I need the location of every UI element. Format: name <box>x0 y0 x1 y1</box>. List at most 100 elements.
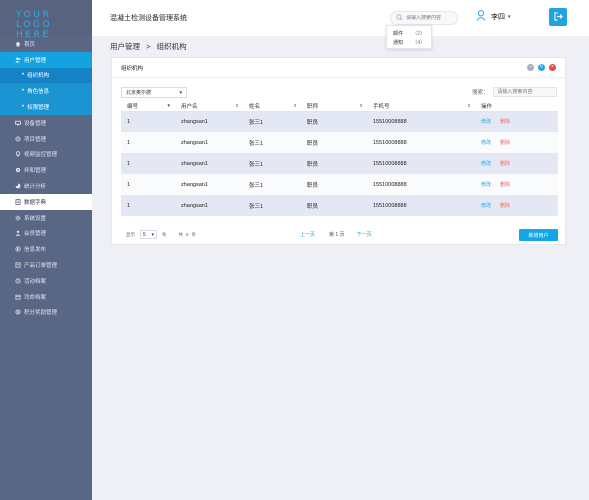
sidebar-item-activity[interactable]: 活动档案 <box>0 273 92 289</box>
sidebar-item-label: 组织机构 <box>27 73 50 80</box>
sidebar-item-dictionary[interactable]: 数据字典 <box>0 193 92 210</box>
edit-link[interactable]: 修改 <box>481 182 491 188</box>
sidebar-item-rewards[interactable]: 积分奖励管理 <box>0 305 92 321</box>
column-header-id[interactable]: 编号 ▼ <box>121 101 175 112</box>
logo-line1: YOUR <box>16 10 52 20</box>
sort-desc-icon: ▼ <box>166 103 171 108</box>
table-row: 1 zhangsan1 张三1 职员 15510008888 修改 删除 <box>121 153 558 174</box>
sidebar-item-orders[interactable]: 产品订单管理 <box>0 257 92 273</box>
header-search[interactable] <box>390 11 460 25</box>
cell-title: 职员 <box>301 111 367 132</box>
dropdown-item-count: （2） <box>412 31 425 37</box>
dictionary-icon <box>15 199 21 205</box>
sidebar-item-label: 系统设置 <box>24 215 47 222</box>
table-search: 搜索： <box>472 87 557 97</box>
system-title: 混凝土检测设备管理系统 <box>110 15 187 22</box>
logo: YOUR LOGO HERE <box>0 0 92 40</box>
cell-username: zhangsan1 <box>175 111 243 132</box>
sidebar-item-label: 首页 <box>24 41 36 48</box>
cell-name: 张三1 <box>243 195 301 216</box>
breadcrumb: 用户管理 > 组织机构 <box>110 41 191 52</box>
sidebar-item-video[interactable]: 视频监控管理 <box>0 147 92 163</box>
column-header-label: 姓名 <box>249 103 261 110</box>
table-search-label: 搜索： <box>472 90 489 96</box>
page-size-select[interactable]: 5 ▾ <box>140 230 157 239</box>
bullet-icon: • <box>22 72 25 79</box>
column-header-label: 用户名 <box>181 103 198 110</box>
cell-phone: 15510008888 <box>367 195 475 216</box>
org-select[interactable]: 北京奥尔德 ▾ <box>121 87 187 98</box>
cell-actions: 修改 删除 <box>475 153 558 174</box>
prev-page-link[interactable]: 上一页 <box>300 231 315 238</box>
total-prefix: 共 <box>178 231 184 237</box>
sidebar-item-label: 会员管理 <box>24 231 47 238</box>
breadcrumb-current: 组织机构 <box>156 42 187 51</box>
sidebar-item-org[interactable]: • 组织机构 <box>0 67 92 84</box>
column-header-label: 手机号 <box>373 103 390 110</box>
sort-icon: ⇕ <box>467 103 471 108</box>
logout-button[interactable] <box>549 8 567 26</box>
sidebar-item-user-management[interactable]: 用户管理 <box>0 51 92 68</box>
logout-icon <box>553 11 563 23</box>
sidebar-item-projects[interactable]: 项目管理 <box>0 131 92 147</box>
member-icon <box>15 230 21 237</box>
chevron-down-icon: ▾ <box>508 13 511 20</box>
sidebar-item-publish[interactable]: 信息发布 <box>0 241 92 257</box>
edit-link[interactable]: 修改 <box>481 161 491 167</box>
delete-link[interactable]: 删除 <box>500 182 510 188</box>
refresh-icon[interactable]: ↻ <box>538 64 545 71</box>
sidebar-item-members[interactable]: 会员管理 <box>0 226 92 242</box>
delete-link[interactable]: 删除 <box>500 140 510 146</box>
table-row: 1 zhangsan1 张三1 职员 15510008888 修改 删除 <box>121 132 558 153</box>
delete-link[interactable]: 删除 <box>500 203 510 209</box>
sidebar-menu: 首页 用户管理 • 组织机构 • 角色信息 • 权限管理 设备管理 项目管理 视… <box>0 36 92 320</box>
header-search-input[interactable] <box>406 15 460 21</box>
sidebar-item-mixing[interactable]: 拌和管理 <box>0 162 92 178</box>
edit-link[interactable]: 修改 <box>481 203 491 209</box>
dropdown-item-notice[interactable]: 通知 （4） <box>393 38 425 47</box>
cell-name: 张三1 <box>243 132 301 153</box>
panel-header: 组织机构 – ↻ × <box>112 58 565 78</box>
minimize-icon[interactable]: – <box>527 64 534 71</box>
next-page-link[interactable]: 下一页 <box>357 231 372 238</box>
table-search-input[interactable] <box>492 87 557 97</box>
cell-actions: 修改 删除 <box>475 111 558 132</box>
column-header-username[interactable]: 用户名 ⇕ <box>175 101 243 112</box>
total-count: 5 <box>186 232 189 237</box>
top-bar: 混凝土检测设备管理系统 李四 ▾ <box>92 0 589 36</box>
column-header-name[interactable]: 姓名 ⇕ <box>243 101 301 112</box>
home-icon <box>15 41 21 47</box>
sidebar-item-roles[interactable]: • 角色信息 <box>0 83 92 100</box>
delete-link[interactable]: 删除 <box>500 161 510 167</box>
table-row: 1 zhangsan1 张三1 职员 15510008888 修改 删除 <box>121 174 558 195</box>
user-icon <box>476 10 486 23</box>
sidebar-item-devices[interactable]: 设备管理 <box>0 115 92 131</box>
chevron-down-icon: ▾ <box>151 231 154 238</box>
sidebar-item-archive[interactable]: 司命档案 <box>0 289 92 305</box>
cell-actions: 修改 删除 <box>475 132 558 153</box>
cell-title: 职员 <box>301 132 367 153</box>
column-header-phone[interactable]: 手机号 ⇕ <box>367 101 475 112</box>
delete-link[interactable]: 删除 <box>500 119 510 125</box>
sidebar: YOUR LOGO HERE 首页 用户管理 • 组织机构 • 角色信息 • 权… <box>0 0 92 500</box>
sidebar-item-stats[interactable]: 统计分析 <box>0 178 92 194</box>
sidebar-item-label: 用户管理 <box>24 57 47 64</box>
user-dropdown: 邮件 （2） 通知 （4） <box>386 25 432 49</box>
sidebar-item-settings[interactable]: 系统设置 <box>0 210 92 226</box>
table-header-row: 编号 ▼ 用户名 ⇕ 姓名 ⇕ 职称 ⇕ 手机号 ⇕ 操作 <box>121 101 558 112</box>
edit-link[interactable]: 修改 <box>481 119 491 125</box>
cell-id: 1 <box>121 195 175 216</box>
column-header-title[interactable]: 职称 ⇕ <box>301 101 367 112</box>
dropdown-item-mail[interactable]: 邮件 （2） <box>393 29 425 38</box>
edit-link[interactable]: 修改 <box>481 140 491 146</box>
add-user-button[interactable]: 新增用户 <box>519 229 558 241</box>
user-menu[interactable]: 李四 ▾ <box>476 10 511 23</box>
org-panel: 组织机构 – ↻ × 北京奥尔德 ▾ 搜索： 编号 ▼ 用户名 ⇕ 姓名 ⇕ 职称 ⇕ … <box>111 57 566 245</box>
sidebar-item-permissions[interactable]: • 权限管理 <box>0 99 92 115</box>
panel-controls: – ↻ × <box>523 64 556 71</box>
page-size-label: 显示 <box>126 231 135 237</box>
sidebar-item-label: 统计分析 <box>24 184 47 191</box>
breadcrumb-parent[interactable]: 用户管理 <box>110 42 140 51</box>
column-header-label: 操作 <box>481 103 493 110</box>
close-icon[interactable]: × <box>549 64 556 71</box>
